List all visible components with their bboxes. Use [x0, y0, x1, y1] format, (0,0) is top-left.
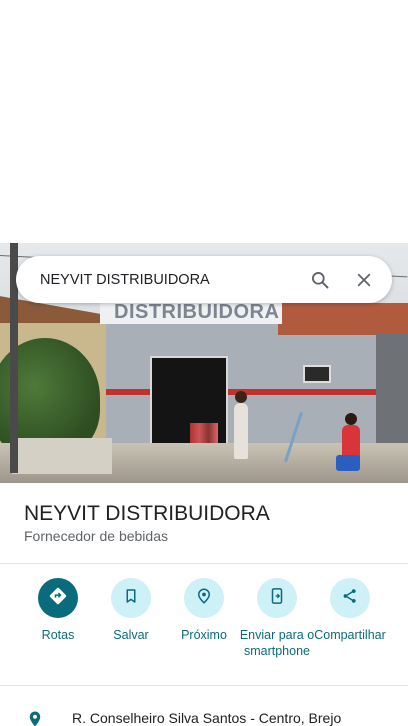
divider [0, 563, 408, 564]
photo-window [303, 365, 331, 383]
map-blank-area [0, 0, 408, 243]
place-title: NEYVIT DISTRIBUIDORA [24, 502, 270, 525]
address-text: R. Conselheiro Silva Santos - Centro, Br… [72, 710, 342, 726]
search-input[interactable] [16, 256, 298, 303]
directions-icon [48, 586, 68, 611]
send-to-phone-icon [268, 587, 286, 610]
photo-person-1 [234, 391, 248, 459]
share-button[interactable]: Compartilhar [310, 578, 390, 643]
address-row[interactable]: R. Conselheiro Silva Santos - Centro, Br… [0, 700, 408, 726]
nearby-button[interactable]: Próximo [164, 578, 244, 643]
place-category[interactable]: Fornecedor de bebidas [24, 528, 168, 544]
share-icon [341, 587, 359, 610]
photo-person-2 [336, 413, 360, 471]
photo-store-sign: DISTRIBUIDORA [100, 300, 282, 324]
nearby-label: Próximo [181, 628, 227, 642]
send-to-phone-button[interactable]: Enviar para o smartphone [237, 578, 317, 659]
clear-search-button[interactable] [342, 258, 386, 302]
save-button[interactable]: Salvar [91, 578, 171, 643]
close-icon [355, 271, 373, 289]
bookmark-icon [122, 587, 140, 610]
directions-label: Rotas [41, 628, 75, 642]
save-label: Salvar [113, 628, 149, 642]
divider [0, 685, 408, 686]
send-to-phone-label: Enviar para o smartphone [239, 628, 315, 658]
location-pin-icon [26, 710, 44, 726]
search-icon [310, 270, 330, 290]
photo-shelf [190, 423, 218, 443]
nearby-icon [195, 587, 213, 610]
search-bar[interactable] [16, 256, 392, 303]
action-bar: Rotas Salvar Próximo Enviar para o smart… [0, 578, 408, 678]
photo-roof-right [278, 303, 408, 335]
search-button[interactable] [298, 258, 342, 302]
photo-step [12, 438, 112, 474]
share-label: Compartilhar [314, 628, 386, 642]
photo-wall-right [376, 333, 408, 443]
directions-button[interactable]: Rotas [18, 578, 98, 643]
